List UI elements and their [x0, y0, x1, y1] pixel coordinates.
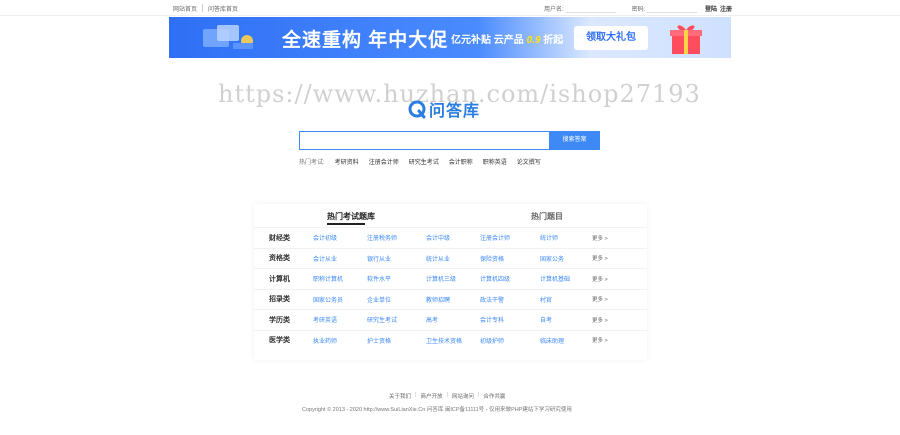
exam-link[interactable]: 政法干警: [480, 295, 504, 304]
exam-link[interactable]: 注册税务师: [367, 233, 397, 242]
exam-link[interactable]: 高考: [426, 315, 438, 324]
footer-link-merchant[interactable]: 商户开放: [420, 392, 442, 400]
register-button[interactable]: 注册: [720, 4, 732, 13]
category-label: 招录类: [269, 296, 290, 303]
more-link[interactable]: 更多 >: [592, 336, 608, 344]
exam-link[interactable]: 企业单位: [367, 295, 391, 304]
top-bar: 网站首页 问答库首页 用户名: 密码: 登陆 注册: [0, 0, 900, 16]
exam-link[interactable]: 会计专科: [480, 315, 504, 324]
more-link[interactable]: 更多 >: [592, 295, 608, 303]
category-label: 财经类: [269, 234, 290, 242]
banner-subtext-suffix: 折起: [543, 35, 564, 46]
banner-discount: 0.9: [526, 35, 541, 46]
exam-link[interactable]: 初级护师: [480, 336, 504, 345]
exam-link[interactable]: 村官: [540, 295, 552, 304]
hot-exam-link[interactable]: 注册会计师: [369, 157, 399, 166]
exam-link[interactable]: 统计师: [540, 233, 558, 242]
hot-exam-link[interactable]: 会计职称: [449, 157, 473, 166]
exam-link[interactable]: 研究生考试: [367, 315, 397, 324]
more-link[interactable]: 更多 >: [592, 234, 608, 242]
exam-link[interactable]: 计算机三级: [426, 274, 456, 283]
tab-label: 热门考试题库: [327, 212, 375, 221]
claim-gift-button[interactable]: 领取大礼包: [574, 26, 648, 50]
category-label: 计算机: [269, 275, 290, 283]
category-row: 计算机 职称计算机 软件水平 计算机三级 计算机四级 计算机基础 更多 >: [254, 268, 647, 288]
exam-link[interactable]: 银行从业: [367, 254, 391, 263]
logo-q-icon: [408, 100, 426, 119]
exam-link[interactable]: 软件水平: [367, 274, 391, 283]
username-label: 用户名:: [544, 7, 564, 13]
exam-link[interactable]: 统计从业: [426, 254, 450, 263]
more-link[interactable]: 更多 >: [592, 275, 608, 283]
exam-category-panel: 热门考试题库 热门题目 财经类 会计初级 注册税务师 会计中级 注册会计师 统计师 更多 >…: [254, 204, 647, 360]
logo-text: 问答库: [429, 103, 481, 120]
search-input[interactable]: [299, 131, 549, 150]
category-row: 财经类 会计初级 注册税务师 会计中级 注册会计师 统计师 更多 >: [254, 227, 647, 247]
footer-link-about[interactable]: 关于我们: [389, 392, 411, 400]
login-form: 用户名: 密码:: [544, 4, 698, 13]
panel-tabs: 热门考试题库 热门题目: [254, 211, 647, 227]
exam-link[interactable]: 注册会计师: [480, 233, 510, 242]
tab-hot-exam-bank[interactable]: 热门考试题库: [327, 211, 375, 225]
exam-link[interactable]: 临床助理: [540, 336, 564, 345]
active-tab-underline: [327, 223, 365, 225]
hot-exams-label: 热门考试:: [299, 160, 325, 166]
exam-link[interactable]: 计算机基础: [540, 274, 570, 283]
hot-exam-link[interactable]: 考研资料: [335, 157, 359, 166]
hot-exams-list: 热门考试: 考研资料 注册会计师 研究生考试 会计职称 职称英语 论文撰写: [299, 157, 541, 166]
banner-subtext-prefix: 亿元补贴 云产品: [451, 35, 524, 46]
exam-link[interactable]: 计算机四级: [480, 274, 510, 283]
more-link[interactable]: 更多 >: [592, 316, 608, 324]
exam-link[interactable]: 会计从业: [313, 254, 337, 263]
exam-link[interactable]: 会计中级: [426, 233, 450, 242]
tab-hot-questions[interactable]: 热门题目: [531, 211, 563, 222]
hot-exam-link[interactable]: 论文撰写: [517, 157, 541, 166]
footer-links: 关于我们 | 商户开放 | 网站询问 | 合作共赢: [389, 392, 506, 400]
more-link[interactable]: 更多 >: [592, 254, 608, 262]
login-button[interactable]: 登陆: [705, 4, 717, 13]
search-button[interactable]: 搜索答案: [549, 131, 600, 150]
auth-links: 登陆 注册: [705, 4, 732, 13]
tab-label: 热门题目: [531, 212, 563, 221]
exam-link[interactable]: 执业药师: [313, 336, 337, 345]
search-bar: 搜索答案: [299, 131, 600, 150]
category-row: 学历类 考研英语 研究生考试 高考 会计专科 自考 更多 >: [254, 309, 647, 329]
top-links: 网站首页 问答库首页: [173, 4, 238, 13]
footer-link-inquiry[interactable]: 网站询问: [452, 392, 474, 400]
site-logo[interactable]: 问答库: [407, 97, 480, 121]
exam-link[interactable]: 职称计算机: [313, 274, 343, 283]
hot-exam-link[interactable]: 职称英语: [483, 157, 507, 166]
banner-slogan: 全速重构 年中大促: [282, 30, 449, 51]
password-input[interactable]: [647, 5, 698, 13]
category-row: 招录类 国家公务员 企业单位 教师招聘 政法干警 村官 更多 >: [254, 288, 647, 309]
exam-link[interactable]: 保险资格: [480, 254, 504, 263]
hot-exam-link[interactable]: 研究生考试: [409, 157, 439, 166]
gift-box-icon: [670, 25, 702, 54]
category-label: 资格类: [269, 255, 290, 262]
username-input[interactable]: [565, 5, 616, 13]
exam-link[interactable]: 考研英语: [313, 315, 337, 324]
password-label: 密码:: [631, 7, 646, 13]
exam-link[interactable]: 自考: [540, 315, 552, 324]
exam-link[interactable]: 会计初级: [313, 233, 337, 242]
exam-link[interactable]: 护士资格: [367, 336, 391, 345]
banner-subtext: 亿元补贴 云产品 0.9 折起: [451, 31, 563, 46]
footer-link-cooperation[interactable]: 合作共赢: [483, 392, 505, 400]
promo-banner[interactable]: 全速重构 年中大促 亿元补贴 云产品 0.9 折起 领取大礼包: [169, 17, 731, 58]
exam-link[interactable]: 卫生技术资格: [426, 336, 462, 345]
exam-link[interactable]: 国家公务员: [313, 295, 343, 304]
copyright-text: Copyright © 2013 - 2020 http://www.SuiLi…: [302, 407, 572, 413]
category-row: 医学类 执业药师 护士资格 卫生技术资格 初级护师 临床助理 更多 >: [254, 329, 647, 350]
category-row: 资格类 会计从业 银行从业 统计从业 保险资格 国家公务 更多 >: [254, 247, 647, 268]
qa-home-link[interactable]: 问答库首页: [208, 4, 238, 13]
exam-link[interactable]: 国家公务: [540, 254, 564, 263]
site-home-link[interactable]: 网站首页: [173, 4, 197, 13]
category-label: 医学类: [269, 337, 290, 344]
divider: [202, 4, 204, 12]
banner-illustration-icon: [203, 25, 253, 49]
category-label: 学历类: [269, 316, 290, 324]
exam-link[interactable]: 教师招聘: [426, 295, 450, 304]
